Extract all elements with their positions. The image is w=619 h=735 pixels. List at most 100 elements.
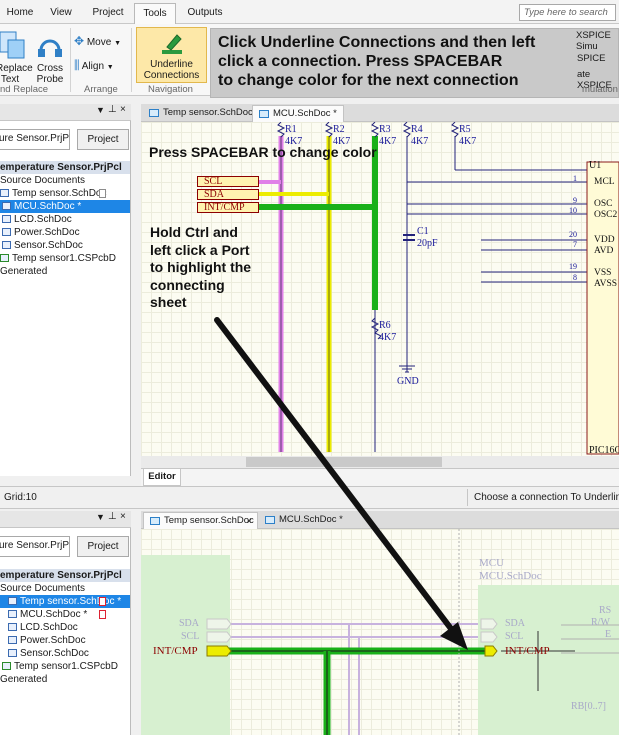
status-message: Choose a connection To Underline (474, 492, 619, 503)
tree-item-label: Temp sensor1.CSPcbD (14, 661, 118, 672)
align-icon: ⫼ (74, 58, 80, 72)
schdoc-icon (150, 517, 160, 525)
tree-item-sensor[interactable]: Sensor.SchDoc (0, 647, 130, 660)
project-button[interactable]: Project (77, 536, 129, 557)
tree-item-generated[interactable]: Generated (0, 673, 130, 686)
tree-item-generated[interactable]: Generated (0, 265, 130, 278)
grid-readout: Grid:10 (4, 492, 37, 503)
tree-item-mcu[interactable]: MCU.SchDoc * (0, 200, 130, 213)
projects-panel: ure Sensor.PrjPcb Project emperature Sen… (0, 528, 131, 735)
sheet-name[interactable]: MCU (479, 557, 504, 569)
tree-source-docs[interactable]: Source Documents (0, 174, 130, 187)
tree-item-lcd[interactable]: LCD.SchDoc (0, 621, 130, 634)
schdoc-icon (8, 636, 17, 644)
tree-item-temp-sensor[interactable]: Temp sensor.SchDoc * (0, 595, 130, 608)
tree-item-pcb[interactable]: Temp sensor1.CSPcbD (0, 660, 130, 673)
pcbdoc-icon (2, 662, 11, 670)
tab-mcu[interactable]: MCU.SchDoc * (252, 105, 344, 122)
tree-root[interactable]: emperature Sensor.PrjPcl (0, 569, 130, 582)
tree-item-power[interactable]: Power.SchDoc (0, 226, 130, 239)
project-field[interactable]: ure Sensor.PrjPcb (0, 129, 70, 150)
port-label[interactable]: SCL (181, 631, 199, 642)
close-icon[interactable]: × (120, 104, 126, 115)
bottom-document-tab-bar: Temp sensor.SchDoc × MCU.SchDoc * (141, 511, 619, 529)
tab-label: MCU.SchDoc * (273, 108, 337, 119)
move-icon: ✥ (74, 34, 85, 48)
underline-connections-button[interactable]: Underline Connections (136, 27, 207, 83)
tree-item-pcb[interactable]: Temp sensor1.CSPcbD (0, 252, 130, 265)
schdoc-icon (259, 110, 269, 118)
pin-icon[interactable]: ⊥ (108, 511, 117, 522)
port-int-cmp[interactable]: INT/CMP (153, 645, 198, 657)
status-divider (467, 489, 468, 506)
tree-root[interactable]: emperature Sensor.PrjPcl (0, 161, 130, 174)
tree-item-label: Sensor.SchDoc (14, 240, 83, 251)
project-button[interactable]: Project (77, 129, 129, 150)
sheet-entry-int-cmp[interactable]: INT/CMP (505, 645, 550, 657)
resistor-ref[interactable]: R4 (411, 124, 423, 135)
tree-source-docs[interactable]: Source Documents (0, 582, 130, 595)
tree-item-label: Sensor.SchDoc (20, 648, 89, 659)
editor-tab-strip: Editor (141, 468, 619, 486)
tab-outputs[interactable]: Outputs (180, 3, 230, 24)
panel-menu-icon[interactable]: ▼ (96, 512, 105, 522)
tree-item-lcd[interactable]: LCD.SchDoc (0, 213, 130, 226)
xspice-sim-button[interactable]: XSPICE Simu (576, 30, 619, 52)
replace-text-button[interactable]: Replace Text (0, 30, 33, 85)
pin-label: R/W (591, 617, 610, 628)
panel-menu-icon[interactable]: ▼ (96, 105, 105, 115)
close-icon[interactable]: × (247, 513, 252, 529)
tree-item-label: Power.SchDoc (20, 635, 86, 646)
top-document-tab-bar: Temp sensor.SchDoc MCU.SchDoc * (141, 104, 619, 122)
tab-view[interactable]: View (42, 3, 80, 24)
scrollbar-thumb[interactable] (246, 457, 442, 467)
ic-pin-name: VSS (594, 268, 612, 278)
sheet-entry[interactable]: SCL (505, 631, 523, 642)
schdoc-icon (8, 649, 17, 657)
port-sda[interactable]: SDA (197, 189, 259, 200)
tree-item-power[interactable]: Power.SchDoc (0, 634, 130, 647)
tree-item-label: LCD.SchDoc (20, 622, 78, 633)
resistor-ref[interactable]: R1 (285, 124, 297, 135)
note-line: left click a Port (150, 241, 250, 258)
tab-temp-sensor[interactable]: Temp sensor.SchDoc × (143, 512, 258, 529)
resistor-ref[interactable]: R3 (379, 124, 391, 135)
status-bar: Grid:10 Choose a connection To Underline (0, 486, 619, 509)
ic-pin-num: 7 (573, 240, 577, 249)
tree-item-sensor[interactable]: Sensor.SchDoc (0, 239, 130, 252)
align-button[interactable]: ⫼ Align ▼ (74, 58, 128, 73)
resistor-ref[interactable]: R6 (379, 320, 391, 331)
editor-tab[interactable]: Editor (143, 469, 181, 486)
bottom-schematic-canvas[interactable]: SDA SCL INT/CMP MCU MCU.SchDoc SDA SCL I… (141, 529, 619, 735)
pin-icon[interactable]: ⊥ (108, 104, 117, 115)
top-schematic-canvas[interactable]: R1 4K7 R2 4K7 R3 4K7 R4 4K7 R5 4K7 R6 4K… (141, 122, 619, 468)
spice-button[interactable]: SPICE (577, 53, 606, 64)
search-input[interactable]: Type here to search (519, 4, 616, 21)
port-label[interactable]: SDA (179, 618, 199, 629)
ic-ref[interactable]: U1 (589, 160, 601, 171)
tab-home[interactable]: Home (0, 3, 40, 24)
ribbon-tab-bar: Home View Project Tools Outputs Type her… (0, 0, 619, 24)
tab-project[interactable]: Project (84, 3, 132, 24)
move-button[interactable]: ✥ Move ▼ (74, 34, 128, 49)
sheet-file[interactable]: MCU.SchDoc (479, 570, 542, 582)
sheet-entry[interactable]: SDA (505, 618, 525, 629)
pcbdoc-icon (0, 254, 9, 262)
tab-temp-sensor[interactable]: Temp sensor.SchDoc (143, 105, 253, 122)
port-scl[interactable]: SCL (197, 176, 259, 187)
resistor-ref[interactable]: R5 (459, 124, 471, 135)
project-field[interactable]: ure Sensor.PrjPcb (0, 536, 70, 557)
cross-probe-button[interactable]: Cross Probe (33, 30, 67, 85)
projects-panel: ure Sensor.PrjPcb Project emperature Sen… (0, 121, 131, 476)
resistor-ref[interactable]: R2 (333, 124, 345, 135)
capacitor-ref[interactable]: C1 (417, 226, 429, 237)
tree-item-mcu[interactable]: MCU.SchDoc * (0, 608, 130, 621)
tree-item-temp-sensor[interactable]: Temp sensor.SchDoc (0, 187, 130, 200)
document-status-icon (99, 189, 106, 198)
port-int-cmp[interactable]: INT/CMP (197, 202, 259, 213)
close-icon[interactable]: × (120, 511, 126, 522)
tab-tools[interactable]: Tools (134, 3, 176, 24)
tab-mcu[interactable]: MCU.SchDoc * (259, 512, 351, 529)
horizontal-scrollbar[interactable] (141, 456, 619, 468)
tree-item-label: MCU.SchDoc * (20, 609, 88, 620)
